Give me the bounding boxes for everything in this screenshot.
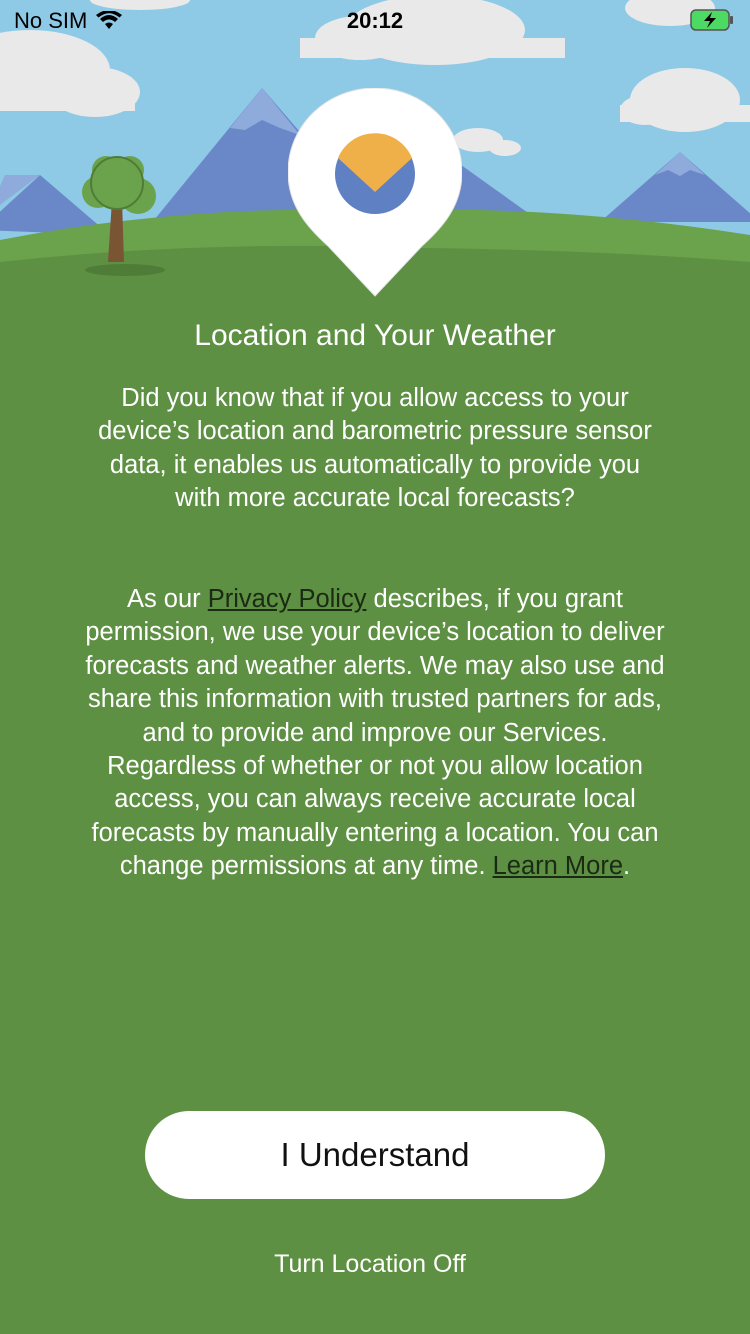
privacy-text-body: describes, if you grant permission, we u…: [85, 585, 665, 881]
page-title: Location and Your Weather: [194, 319, 556, 352]
privacy-text-start: As our: [126, 585, 208, 613]
i-understand-button[interactable]: I Understand: [145, 1111, 605, 1199]
privacy-text-end: .: [623, 852, 631, 881]
learn-more-link[interactable]: Learn More: [493, 852, 623, 880]
privacy-policy-link[interactable]: Privacy Policy: [208, 585, 367, 613]
status-bar: No SIM 20:12: [0, 0, 750, 40]
location-explanation-text: Did you know that if you allow access to…: [98, 384, 652, 513]
turn-location-off-button[interactable]: Turn Location Off: [0, 1247, 740, 1281]
location-pin-weather-logo-icon: [287, 87, 463, 298]
privacy-explanation-text: As our Privacy Policy describes, if you …: [85, 583, 665, 884]
clock: 20:12: [346, 8, 404, 33]
battery-charging-icon: [690, 8, 736, 38]
